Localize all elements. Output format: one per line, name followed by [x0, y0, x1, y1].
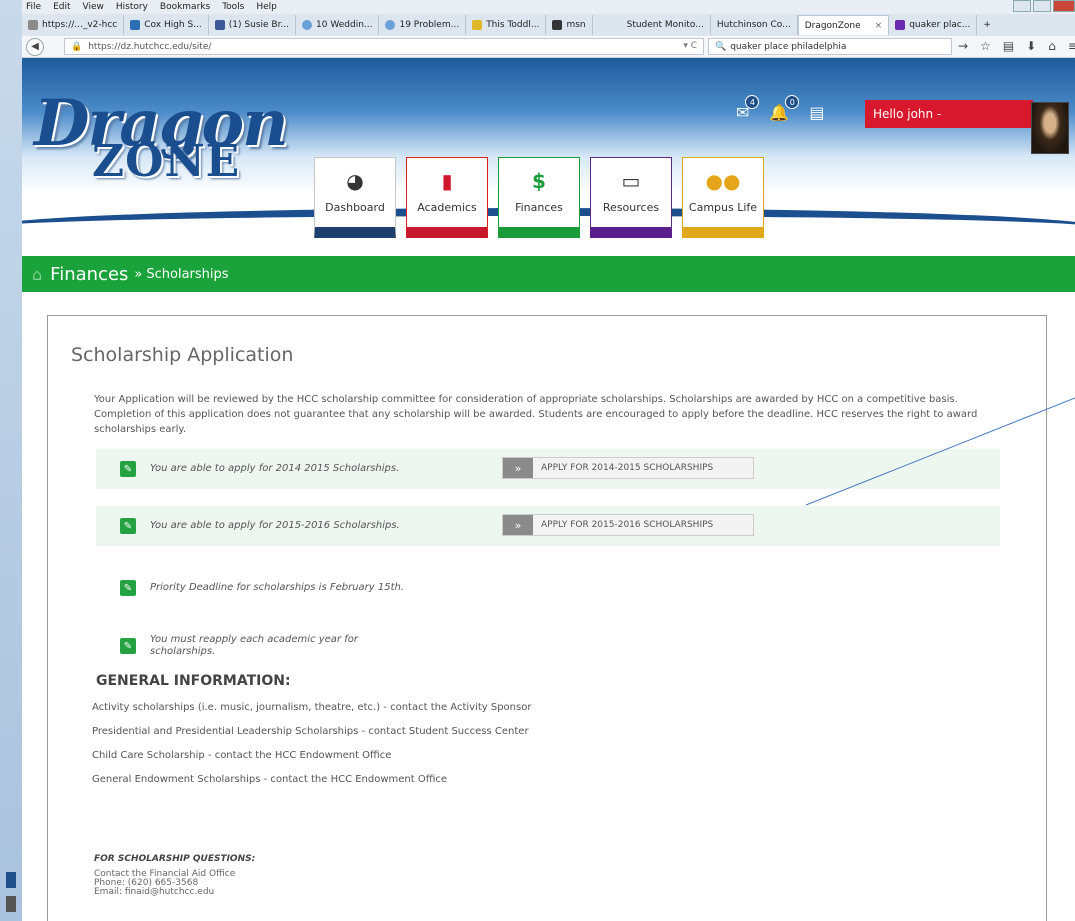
desktop-left-strip — [0, 0, 22, 921]
annotation-line — [805, 397, 1075, 506]
desktop-widget-block — [6, 872, 16, 888]
browser-window: File Edit View History Bookmarks Tools H… — [22, 0, 1075, 921]
desktop-widget-block — [6, 896, 16, 912]
